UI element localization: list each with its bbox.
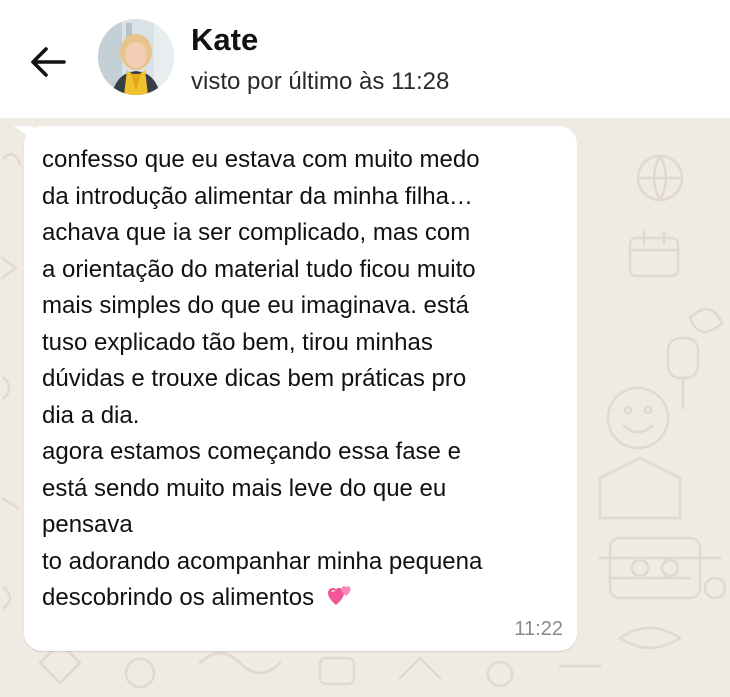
message-timestamp: 11:22 [514,618,563,640]
contact-avatar-photo [98,19,174,95]
message-line: da introdução alimentar da minha filha… [42,182,473,210]
back-button[interactable] [26,40,70,84]
message-line: pensava [42,511,133,538]
message-line: agora estamos começando essa fase e [42,438,461,465]
message-line: dia a dia. [42,401,140,429]
chat-area[interactable]: confesso que eu estava com muito medo da… [0,118,730,697]
message-text: confesso que eu estava com muito medo da… [42,142,572,617]
contact-name[interactable]: Kate [191,22,258,58]
message-line: a orientação do material tudo ficou muit… [42,255,476,283]
contact-avatar[interactable] [98,19,174,95]
two-hearts-icon [327,586,351,605]
message-line: está sendo muito mais leve do que eu [42,474,447,502]
message-line: achava que ia ser complicado, mas com [42,219,471,246]
message-line: descobrindo os alimentos [42,584,315,611]
message-line: dúvidas e trouxe dicas bem práticas pro [42,365,467,392]
message-line: tuso explicado tão bem, tirou minhas [42,328,433,356]
message-line: confesso que eu estava com muito medo [42,146,480,173]
last-seen-status: visto por último às 11:28 [191,68,450,95]
message-bubble[interactable]: confesso que eu estava com muito medo da… [24,126,577,651]
message-line: to adorando acompanhar minha pequena [42,547,483,575]
arrow-left-icon [31,47,66,77]
chat-header: Kate visto por último às 11:28 [0,0,730,118]
message-line: mais simples do que eu imaginava. está [42,292,469,319]
message-last-line: descobrindo os alimentos [42,580,572,617]
